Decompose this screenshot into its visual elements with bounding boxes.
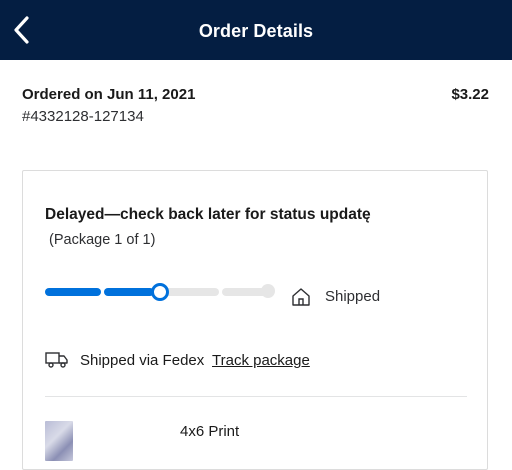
divider: [45, 396, 467, 397]
package-card: Delayed—check back later for status upda…: [22, 170, 488, 470]
shipping-progress-bar: [45, 283, 275, 301]
order-total: $3.22: [451, 86, 489, 103]
progress-current-marker: [151, 283, 169, 301]
app-header: Order Details: [0, 0, 512, 60]
truck-icon: [45, 352, 68, 368]
page-title: Order Details: [198, 21, 314, 41]
track-package-link[interactable]: Track package: [212, 352, 310, 369]
house-icon: [292, 288, 310, 306]
package-count: (Package 1 of 1): [49, 232, 156, 248]
order-date: Ordered on Jun 11, 2021: [22, 86, 196, 103]
carrier-text: Shipped via Fedex: [80, 352, 205, 369]
item-thumbnail[interactable]: [45, 421, 73, 461]
order-number: #4332128-127134: [22, 108, 144, 125]
item-name[interactable]: 4x6 Print: [180, 423, 239, 440]
progress-segment-2: [104, 288, 154, 296]
progress-end-marker: [261, 284, 275, 298]
package-status-title: Delayed—check back later for status upda…: [45, 206, 371, 223]
shipping-stage-label: Shipped: [325, 288, 381, 305]
progress-segment-1: [45, 288, 101, 296]
progress-segment-3: [163, 288, 219, 296]
